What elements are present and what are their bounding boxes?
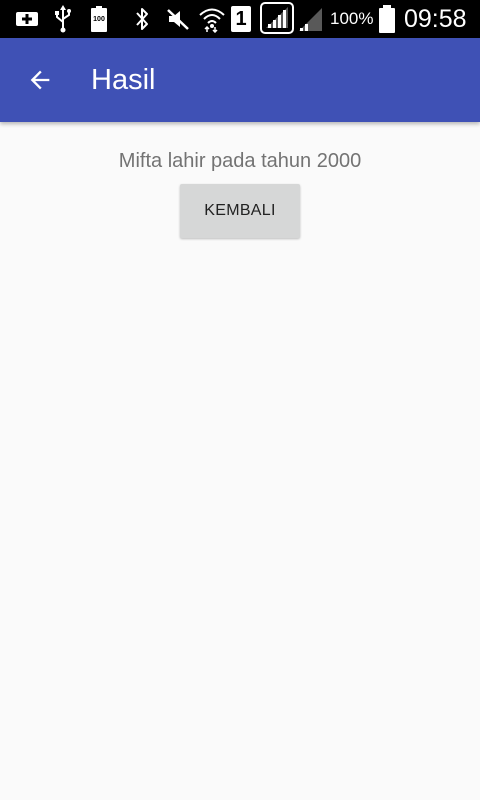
result-text: Mifta lahir pada tahun 2000 [118,150,362,172]
status-bar: 100 1 100% 09:58 [0,0,480,38]
sim-label: 1 [235,8,247,30]
usb-icon [52,5,74,33]
signal-icon [260,2,294,34]
add-box-icon [13,5,41,33]
status-time: 09:58 [404,5,467,33]
app-bar: Hasil [0,38,480,122]
battery-100-icon: 100 [88,5,110,33]
bluetooth-icon [132,5,152,33]
kembali-button[interactable]: KEMBALI [180,184,300,238]
signal-2-icon [296,5,324,33]
battery-icon [377,5,397,33]
battery-percent: 100% [330,9,374,28]
sim-1-icon: 1 [230,5,252,33]
battery-small-label: 100 [93,16,105,23]
muted-icon [165,5,191,33]
back-button[interactable] [14,54,66,106]
arrow-back-icon [30,70,50,90]
main-content: Mifta lahir pada tahun 2000 KEMBALI [0,122,480,800]
page-title: Hasil [91,64,156,96]
wifi-icon [198,5,226,33]
